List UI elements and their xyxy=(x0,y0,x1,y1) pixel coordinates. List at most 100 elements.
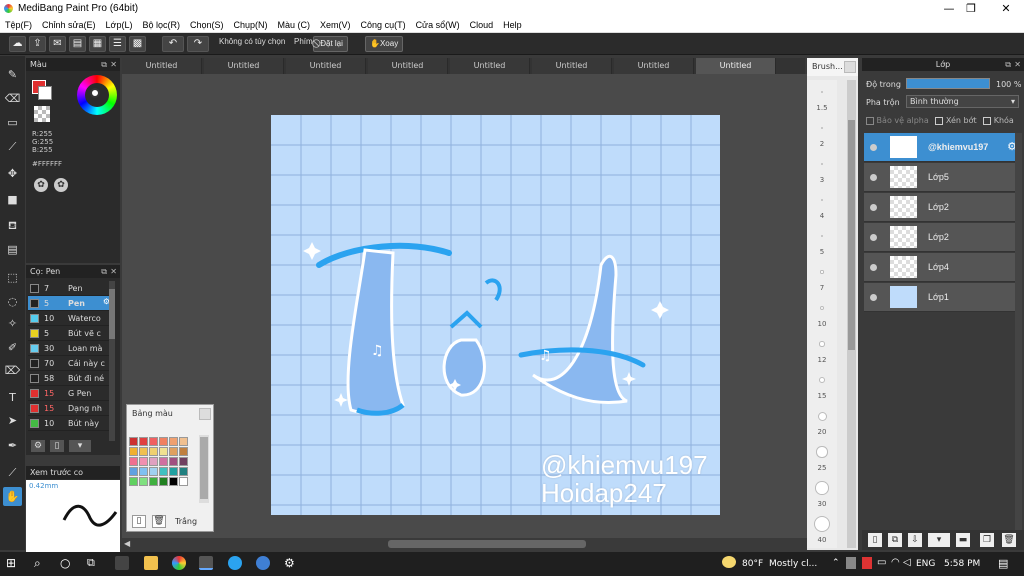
menu-view[interactable]: Xem(V) xyxy=(315,17,356,33)
chrome-icon[interactable] xyxy=(172,556,186,570)
color-swatch[interactable] xyxy=(139,447,148,456)
delete-swatch-icon[interactable]: 🗑 xyxy=(152,515,166,528)
brush-size-dot[interactable] xyxy=(819,341,825,347)
layer-row-selected[interactable]: @khiemvu197 ⚙ xyxy=(864,133,1019,162)
new-swatch-icon[interactable]: ▯ xyxy=(132,515,146,528)
skype-icon[interactable] xyxy=(228,556,242,570)
lasso-icon[interactable]: ◌ xyxy=(3,292,22,311)
tray-app-icon-2[interactable] xyxy=(862,557,872,569)
eyedropper-icon[interactable]: ✒ xyxy=(3,436,22,455)
color-swatch[interactable] xyxy=(129,457,138,466)
share-icon[interactable]: ⇪ xyxy=(29,36,46,52)
notification-icon[interactable]: ▤ xyxy=(998,557,1008,570)
popout-icon[interactable]: ⧉ xyxy=(1005,58,1011,71)
duplicate-layer-icon[interactable]: ⧉ xyxy=(888,533,902,547)
color-swatch[interactable] xyxy=(169,467,178,476)
new-brush-icon[interactable]: ▯ xyxy=(50,440,64,452)
menu-cloud[interactable]: Cloud xyxy=(465,17,499,33)
protect-alpha-checkbox[interactable] xyxy=(866,116,874,125)
reset-button[interactable]: ⃠ Đặt lại xyxy=(313,36,348,52)
eye-icon[interactable] xyxy=(870,204,877,211)
tab-untitled[interactable]: Untitled xyxy=(532,58,612,74)
layer-row[interactable]: Lớp2 xyxy=(864,223,1019,252)
palette-settings-icon[interactable]: ✿ xyxy=(54,178,68,192)
layer-copy-icon[interactable]: ❐ xyxy=(980,533,994,547)
search-icon[interactable]: ⌕ xyxy=(34,556,48,570)
color-swatch[interactable] xyxy=(179,467,188,476)
app-icon[interactable] xyxy=(256,556,270,570)
scroll-left-icon[interactable]: ◀ xyxy=(124,539,130,548)
brush-size-close-icon[interactable] xyxy=(844,61,856,73)
close-icon[interactable]: ✕ xyxy=(110,265,117,278)
color-swatch[interactable] xyxy=(149,437,158,446)
brush-item[interactable]: 15 Dạng nh xyxy=(28,401,112,416)
brush-size-dot[interactable] xyxy=(814,516,830,532)
medibang-icon[interactable] xyxy=(199,556,213,570)
tab-untitled[interactable]: Untitled xyxy=(450,58,530,74)
language-indicator[interactable]: ENG xyxy=(916,559,935,569)
blend-mode-select[interactable]: Bình thường ▾ xyxy=(906,95,1019,108)
brush-size-dot[interactable] xyxy=(815,481,829,495)
tab-untitled[interactable]: Untitled xyxy=(286,58,366,74)
brush-size-dot[interactable] xyxy=(821,91,823,93)
select-eraser-icon[interactable]: ⌦ xyxy=(3,361,22,380)
store-icon[interactable] xyxy=(115,556,129,570)
color-swatch[interactable] xyxy=(129,447,138,456)
popout-icon[interactable]: ⧉ xyxy=(101,58,107,71)
weather-temp[interactable]: 80°F xyxy=(742,559,763,569)
menu-file[interactable]: Tệp(F) xyxy=(0,17,37,33)
new-layer-icon[interactable]: ▯ xyxy=(868,533,882,547)
clock[interactable]: 5:58 PM xyxy=(944,559,980,569)
color-swatch[interactable] xyxy=(159,467,168,476)
line-icon[interactable]: ⟋ xyxy=(3,137,22,156)
menu-tools[interactable]: Công cụ(T) xyxy=(356,17,411,33)
color-swatch[interactable] xyxy=(179,447,188,456)
brush-size-dot[interactable] xyxy=(817,411,827,421)
battery-icon[interactable]: ▭ xyxy=(877,557,886,568)
cortana-icon[interactable]: ○ xyxy=(60,556,74,570)
popout-icon[interactable]: ⧉ xyxy=(101,265,107,278)
brush-item[interactable]: 15 G Pen xyxy=(28,386,112,401)
color-swatch[interactable] xyxy=(139,437,148,446)
color-swatch[interactable] xyxy=(149,447,158,456)
color-swatch[interactable] xyxy=(159,457,168,466)
brush-item[interactable]: 30 Loan mà xyxy=(28,341,112,356)
color-swatch[interactable] xyxy=(139,467,148,476)
brush-size-dot[interactable] xyxy=(819,305,825,311)
color-swatch[interactable] xyxy=(159,447,168,456)
folder-icon[interactable]: ▬ xyxy=(956,533,970,547)
menu-help[interactable]: Help xyxy=(498,17,527,33)
swatch-grid[interactable] xyxy=(129,437,193,503)
color-swatch[interactable] xyxy=(169,437,178,446)
tab-untitled[interactable]: Untitled xyxy=(122,58,202,74)
color-swatch[interactable] xyxy=(169,447,178,456)
brush-size-dot[interactable] xyxy=(821,127,823,129)
gradient-icon[interactable]: ▤ xyxy=(3,240,22,259)
fill-rect-icon[interactable]: ■ xyxy=(3,190,22,209)
brush-settings-icon[interactable]: ⚙ xyxy=(31,440,45,452)
lock-checkbox[interactable] xyxy=(983,116,992,125)
color-swatch[interactable] xyxy=(129,477,138,486)
close-button[interactable]: ✕ xyxy=(991,0,1021,17)
menu-snap[interactable]: Chụp(N) xyxy=(229,17,273,33)
layer-row[interactable]: Lớp5 xyxy=(864,163,1019,192)
color-swatch[interactable] xyxy=(129,467,138,476)
document-icon[interactable]: ▦ xyxy=(89,36,106,52)
tab-untitled[interactable]: Untitled xyxy=(368,58,448,74)
brush-item[interactable]: 5 Bút vẽ c xyxy=(28,326,112,341)
menu-color[interactable]: Màu (C) xyxy=(273,17,316,33)
color-swatch[interactable] xyxy=(159,437,168,446)
task-view-icon[interactable]: ⧉ xyxy=(87,556,101,570)
brush-item-selected[interactable]: 5 Pen ⚙ xyxy=(28,296,112,311)
tray-app-icon[interactable] xyxy=(846,557,856,569)
brush-size-scrollbar[interactable] xyxy=(847,80,856,548)
opacity-slider[interactable] xyxy=(906,78,990,89)
layer-scrollbar[interactable] xyxy=(1015,133,1022,533)
comment-icon[interactable]: ▤ xyxy=(69,36,86,52)
brush-size-dot[interactable] xyxy=(821,199,823,201)
eraser-icon[interactable]: ⌫ xyxy=(3,89,22,108)
brush-icon[interactable]: ✎ xyxy=(3,65,22,84)
tab-untitled-active[interactable]: Untitled xyxy=(696,58,776,74)
menu-window[interactable]: Cửa sổ(W) xyxy=(411,17,465,33)
close-icon[interactable]: ✕ xyxy=(110,58,117,71)
